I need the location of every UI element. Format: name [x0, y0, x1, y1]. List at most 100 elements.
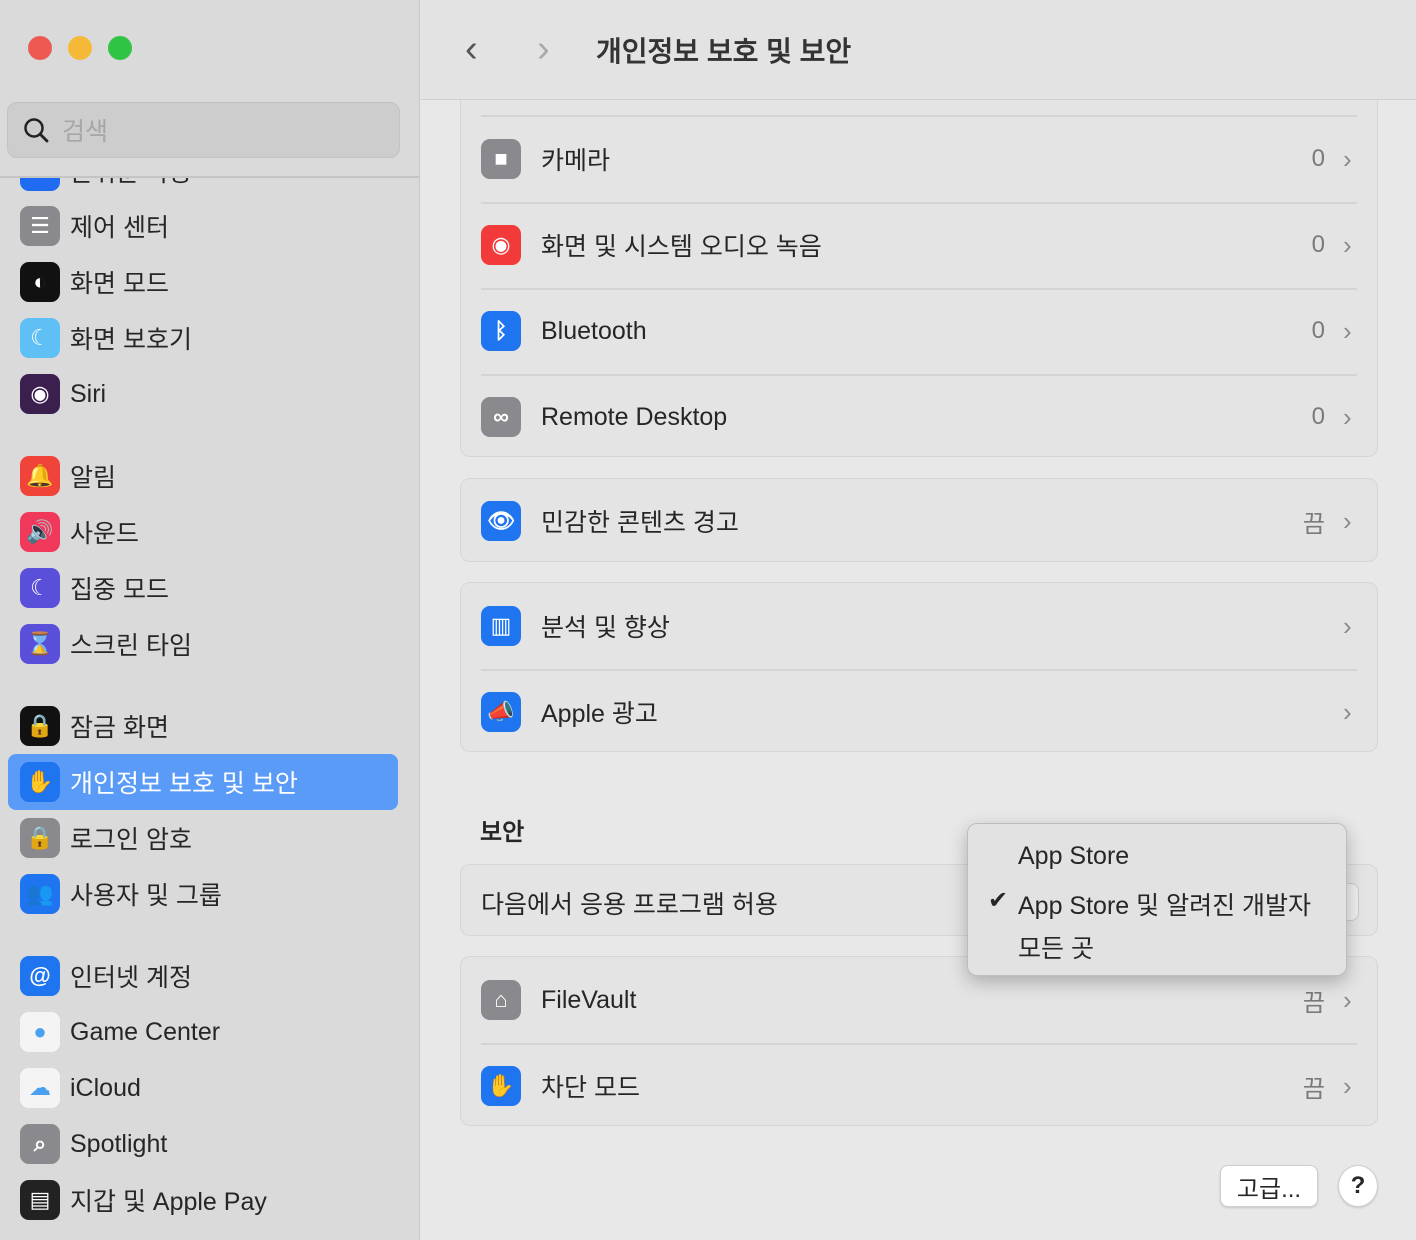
row-value: 끔: [1302, 1075, 1325, 1103]
help-button[interactable]: ?: [1338, 1165, 1378, 1207]
advanced-button[interactable]: 고급...: [1220, 1165, 1318, 1207]
sidebar-item-label: Spotlight: [70, 1129, 168, 1158]
menu-item-anywhere[interactable]: 모든 곳: [1018, 929, 1094, 965]
sidebar-item-label: 화면 보호기: [70, 326, 192, 354]
megaphone-icon: 📣: [481, 692, 521, 732]
sidebar-item-label: 화면 모드: [70, 270, 169, 298]
close-button[interactable]: [28, 36, 52, 60]
row-label: Remote Desktop: [541, 402, 728, 431]
row-label: 화면 및 시스템 오디오 녹음: [541, 233, 822, 261]
sidebar-item-label: 개인정보 보호 및 보안: [70, 770, 298, 798]
sidebar-item[interactable]: 🔒 잠금 화면: [8, 698, 398, 754]
hand-icon: ✋: [20, 762, 60, 802]
menu-item-app-store[interactable]: App Store: [1018, 842, 1129, 871]
sidebar-item-label: 잠금 화면: [70, 714, 169, 742]
chevron-right-icon: ›: [1343, 505, 1352, 536]
row-value: 0: [1311, 231, 1325, 258]
wallet-icon: ▤: [20, 1180, 60, 1220]
forward-button[interactable]: ›: [537, 28, 550, 71]
security-heading: 보안: [480, 819, 525, 846]
row-label: 민감한 콘텐츠 경고: [541, 509, 739, 537]
control-center-icon: ☰: [20, 206, 60, 246]
sidebar: ♿손쉬운 사용☰제어 센터◐화면 모드☾화면 보호기◉Siri🔔알림🔊사운드☾집…: [0, 0, 420, 1240]
sidebar-item-label: 집중 모드: [70, 576, 169, 604]
minimize-button[interactable]: [68, 36, 92, 60]
allow-apps-label: 다음에서 응용 프로그램 허용: [481, 891, 778, 919]
sidebar-item[interactable]: ✋ 개인정보 보호 및 보안: [8, 754, 398, 810]
row-value: 0: [1311, 145, 1325, 172]
sidebar-item[interactable]: ☁ iCloud: [8, 1060, 398, 1116]
siri-icon: ◉: [20, 374, 60, 414]
checkmark-icon: ✔: [988, 887, 1009, 914]
sidebar-item-label: 지갑 및 Apple Pay: [70, 1188, 267, 1216]
bluetooth-icon: ᛒ: [481, 311, 521, 351]
game-center-icon: ●: [20, 1012, 60, 1052]
back-button[interactable]: ‹: [465, 28, 478, 71]
settings-row[interactable]: ∞ Remote Desktop 0 ›: [481, 374, 1357, 460]
sidebar-item[interactable]: ◐ 화면 모드: [8, 254, 398, 310]
appearance-icon: ◐: [20, 262, 60, 302]
zoom-button[interactable]: [108, 36, 132, 60]
bell-icon: 🔔: [20, 456, 60, 496]
binoculars-icon: ∞: [481, 397, 521, 437]
divider: [0, 176, 419, 178]
settings-row[interactable]: ✋ 차단 모드 끔 ›: [481, 1043, 1357, 1129]
chevron-right-icon: ›: [1343, 143, 1352, 174]
row-label: 분석 및 향상: [541, 614, 670, 642]
sidebar-item-label: 사운드: [70, 520, 140, 548]
users-icon: 👥: [20, 874, 60, 914]
speaker-icon: 🔊: [20, 512, 60, 552]
settings-row[interactable]: 📣 Apple 광고 ›: [481, 669, 1357, 755]
search-input[interactable]: 검색: [7, 102, 400, 158]
sensitive-content-card: 👁 민감한 콘텐츠 경고 끔 ›: [460, 478, 1378, 562]
settings-row[interactable]: ■ 카메라 0 ›: [481, 116, 1357, 202]
camera-icon: ■: [481, 139, 521, 179]
permissions-card: ■ 카메라 0 › ◉ 화면 및 시스템 오디오 녹음 0 › ᛒ Bluetooth 0 › ∞ Rem…: [460, 80, 1378, 457]
toolbar: ‹ › 개인정보 보호 및 보안: [421, 0, 1416, 100]
settings-row[interactable]: 👁 민감한 콘텐츠 경고 끔 ›: [481, 478, 1357, 564]
sidebar-item-label: 스크린 타임: [70, 632, 192, 660]
sidebar-item[interactable]: @ 인터넷 계정: [8, 948, 398, 1004]
sidebar-item[interactable]: ☾ 화면 보호기: [8, 310, 398, 366]
settings-row[interactable]: ᛒ Bluetooth 0 ›: [481, 288, 1357, 374]
row-value: 0: [1311, 317, 1325, 344]
sidebar-item[interactable]: ⌛ 스크린 타임: [8, 616, 398, 672]
chart-icon: ▥: [481, 606, 521, 646]
cloud-icon: ☁: [20, 1068, 60, 1108]
search-icon: [24, 118, 49, 143]
sidebar-item-label: 사용자 및 그룹: [70, 882, 222, 910]
lock-screen-icon: 🔒: [20, 706, 60, 746]
sidebar-item[interactable]: ◉ Siri: [8, 366, 398, 422]
row-value: 끔: [1302, 989, 1325, 1017]
row-label: 카메라: [541, 147, 611, 175]
sidebar-item[interactable]: 🔒 로그인 암호: [8, 810, 398, 866]
sidebar-item[interactable]: ▤ 지갑 및 Apple Pay: [8, 1172, 398, 1228]
at-icon: @: [20, 956, 60, 996]
row-value: 끔: [1302, 510, 1325, 538]
security-card: ⌂ FileVault 끔 › ✋ 차단 모드 끔 ›: [460, 956, 1378, 1126]
settings-row[interactable]: ▥ 분석 및 향상 ›: [481, 583, 1357, 669]
sidebar-item-label: Game Center: [70, 1017, 221, 1046]
chevron-right-icon: ›: [1343, 229, 1352, 260]
page-title: 개인정보 보호 및 보안: [596, 36, 852, 67]
menu-item-app-store-known-developers[interactable]: App Store 및 알려진 개발자: [1018, 886, 1311, 922]
record-icon: ◉: [481, 225, 521, 265]
screen-saver-icon: ☾: [20, 318, 60, 358]
sidebar-item[interactable]: ☰ 제어 센터: [8, 198, 398, 254]
filevault-icon: ⌂: [481, 980, 521, 1020]
sidebar-item[interactable]: 🔊 사운드: [8, 504, 398, 560]
sidebar-item-label: 알림: [70, 464, 117, 492]
sidebar-item[interactable]: 🔔 알림: [8, 448, 398, 504]
row-label: FileVault: [541, 985, 637, 1014]
sidebar-item-label: 인터넷 계정: [70, 964, 192, 992]
sidebar-item[interactable]: ⌕ Spotlight: [8, 1116, 398, 1172]
sidebar-item-label: 로그인 암호: [70, 826, 192, 854]
hand-icon: ✋: [481, 1066, 521, 1106]
hourglass-icon: ⌛: [20, 624, 60, 664]
sidebar-item[interactable]: ☾ 집중 모드: [8, 560, 398, 616]
sidebar-item[interactable]: ● Game Center: [8, 1004, 398, 1060]
analytics-card: ▥ 분석 및 향상 › 📣 Apple 광고 ›: [460, 582, 1378, 752]
settings-row[interactable]: ◉ 화면 및 시스템 오디오 녹음 0 ›: [481, 202, 1357, 288]
lock-icon: 🔒: [20, 818, 60, 858]
sidebar-item[interactable]: 👥 사용자 및 그룹: [8, 866, 398, 922]
